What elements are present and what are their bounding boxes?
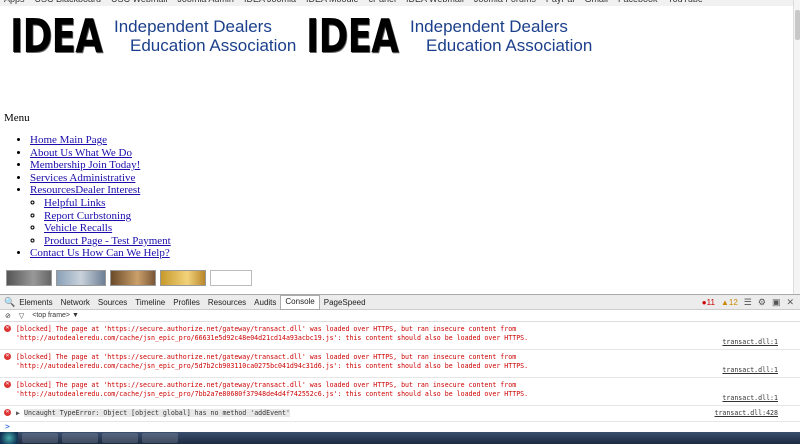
console-prompt[interactable]: > (0, 422, 800, 432)
message-line-1: [blocked] The page at 'https://secure.au… (16, 381, 517, 389)
idea-logo-mark: IDEA (10, 9, 103, 63)
taskbar-item[interactable] (142, 433, 178, 443)
menu-item-about[interactable]: About Us What We Do (30, 147, 171, 160)
console-type-error[interactable]: ✕ ▶ Uncaught TypeError: Object [object g… (0, 406, 800, 422)
menu-link-home[interactable]: Home Main Page (30, 134, 107, 146)
message-line-2: 'http://autodealeredu.com/cache/jsn_epic… (16, 390, 529, 398)
console-error-message: ✕ [blocked] The page at 'https://secure.… (0, 378, 800, 406)
warning-count-badge[interactable]: ▲12 (721, 298, 738, 307)
clear-console-icon[interactable]: ⊘ (5, 312, 11, 320)
idea-logo-right[interactable]: IDEA Independent Dealers Education Assoc… (306, 10, 592, 62)
gear-icon[interactable]: ⚙ (758, 297, 766, 308)
submenu-wrapper: Helpful Links Report Curbstoning Vehicle… (20, 197, 171, 247)
menu-item-contact[interactable]: Contact Us How Can We Help? (30, 247, 171, 260)
tab-audits[interactable]: Audits (250, 295, 280, 310)
frame-selector[interactable]: <top frame> ▼ (32, 312, 79, 319)
error-count: 11 (706, 297, 715, 307)
logo-line-2: Education Association (426, 36, 593, 55)
tab-timeline[interactable]: Timeline (131, 295, 169, 310)
console-filter-bar: ⊘ ▽ <top frame> ▼ (0, 310, 800, 322)
error-icon: ✕ (4, 409, 11, 416)
console-output: ✕ [blocked] The page at 'https://secure.… (0, 322, 800, 432)
page-viewport: IDEA Independent Dealers Education Assoc… (0, 6, 793, 294)
warning-count: 12 (728, 297, 738, 307)
error-icon: ✕ (4, 381, 11, 388)
tab-sources[interactable]: Sources (94, 295, 131, 310)
idea-logo-mark: IDEA (306, 9, 399, 63)
error-count-badge[interactable]: ●11 (702, 298, 715, 307)
submenu-item-vehicle-recalls[interactable]: Vehicle Recalls (44, 222, 171, 235)
menu-link-resources[interactable]: ResourcesDealer Interest (30, 184, 140, 196)
taskbar-item[interactable] (62, 433, 98, 443)
submenu-item-report-curbstoning[interactable]: Report Curbstoning (44, 210, 171, 223)
message-source-link[interactable]: transact.dll:1 (722, 338, 778, 347)
start-button[interactable] (0, 432, 18, 444)
error-icon: ✕ (4, 325, 11, 332)
console-error-message: ✕ [blocked] The page at 'https://secure.… (0, 322, 800, 350)
banner-thumb-2[interactable] (56, 270, 106, 286)
logo-line-1: Independent Dealers (114, 17, 272, 36)
banner-thumb-4[interactable] (160, 270, 206, 286)
submenu-link-vehicle-recalls[interactable]: Vehicle Recalls (44, 222, 112, 234)
banner-thumb-5[interactable] (210, 270, 252, 286)
taskbar-item[interactable] (102, 433, 138, 443)
error-icon: ✕ (4, 353, 11, 360)
message-line-1: [blocked] The page at 'https://secure.au… (16, 325, 517, 333)
menu-title: Menu (4, 112, 30, 124)
menu-link-membership[interactable]: Membership Join Today! (30, 159, 140, 171)
menu-link-contact[interactable]: Contact Us How Can We Help? (30, 247, 170, 259)
message-line-1: [blocked] The page at 'https://secure.au… (16, 353, 517, 361)
message-line-2: 'http://autodealeredu.com/cache/jsn_epic… (16, 362, 529, 370)
menu-item-resources[interactable]: ResourcesDealer Interest (30, 184, 171, 197)
devtools-tabs: Elements Network Sources Timeline Profiles Re… (15, 294, 370, 310)
console-error-message: ✕ [blocked] The page at 'https://secure.… (0, 350, 800, 378)
message-source-link[interactable]: transact.dll:1 (722, 366, 778, 375)
submenu-link-product-page[interactable]: Product Page - Test Payment (44, 235, 171, 247)
resources-submenu: Helpful Links Report Curbstoning Vehicle… (34, 197, 171, 247)
menu-link-services[interactable]: Services Administrative (30, 172, 135, 184)
expand-arrow-icon[interactable]: ▶ (16, 409, 20, 417)
type-error-source-link[interactable]: transact.dll:428 (714, 409, 778, 418)
search-icon[interactable]: 🔍 (4, 297, 15, 308)
tab-console[interactable]: Console (280, 294, 320, 310)
submenu-item-helpful-links[interactable]: Helpful Links (44, 197, 171, 210)
logo-line-1: Independent Dealers (410, 17, 568, 36)
type-error-text: Uncaught TypeError: Object [object globa… (23, 409, 290, 417)
menu-link-about[interactable]: About Us What We Do (30, 147, 132, 159)
message-source-link[interactable]: transact.dll:1 (722, 394, 778, 403)
drawer-icon[interactable]: ☰ (744, 297, 752, 308)
menu-item-membership[interactable]: Membership Join Today! (30, 159, 171, 172)
tab-elements[interactable]: Elements (15, 295, 56, 310)
menu-item-services[interactable]: Services Administrative (30, 172, 171, 185)
banner-thumbnails (6, 270, 252, 286)
tab-resources[interactable]: Resources (204, 295, 250, 310)
tab-network[interactable]: Network (57, 295, 94, 310)
tab-pagespeed[interactable]: PageSpeed (320, 295, 370, 310)
banner-thumb-1[interactable] (6, 270, 52, 286)
filter-icon[interactable]: ▽ (19, 312, 24, 320)
devtools-panel: 🔍 Elements Network Sources Timeline Profiles… (0, 294, 800, 432)
frame-selector-label: <top frame> (32, 312, 71, 319)
submenu-link-helpful-links[interactable]: Helpful Links (44, 197, 105, 209)
close-icon[interactable]: ✕ (786, 297, 794, 308)
logo-text: Independent Dealers Education Associatio… (114, 17, 296, 55)
banner-thumb-3[interactable] (110, 270, 156, 286)
submenu-item-product-page[interactable]: Product Page - Test Payment (44, 235, 171, 248)
taskbar-item[interactable] (22, 433, 58, 443)
logo-line-2: Education Association (130, 36, 297, 55)
logo-text: Independent Dealers Education Associatio… (410, 17, 592, 55)
devtools-toolbar: 🔍 Elements Network Sources Timeline Profiles… (0, 294, 800, 310)
tab-profiles[interactable]: Profiles (169, 295, 204, 310)
devtools-toolbar-right: ●11 ▲12 ☰ ⚙ ▣ ✕ (702, 297, 800, 308)
scrollbar-thumb[interactable] (795, 10, 800, 40)
dock-icon[interactable]: ▣ (772, 297, 781, 308)
message-line-2: 'http://autodealeredu.com/cache/jsn_epic… (16, 334, 529, 342)
idea-logo-left[interactable]: IDEA Independent Dealers Education Assoc… (10, 10, 296, 62)
submenu-link-report-curbstoning[interactable]: Report Curbstoning (44, 210, 131, 222)
page-scrollbar[interactable] (793, 0, 800, 294)
menu-item-home[interactable]: Home Main Page (30, 134, 171, 147)
main-menu: Home Main Page About Us What We Do Membe… (20, 134, 171, 260)
os-taskbar (0, 432, 800, 444)
